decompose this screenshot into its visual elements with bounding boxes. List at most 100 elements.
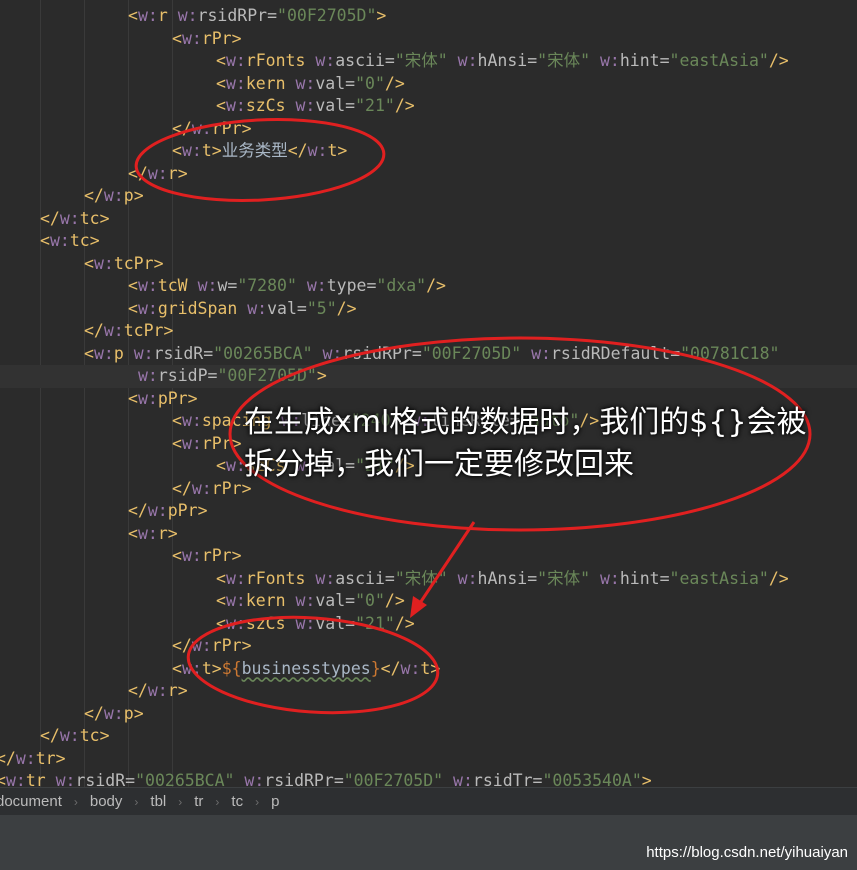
code-token: > [133, 186, 144, 205]
code-line[interactable]: <w:spacing w:line="240" w:lineRule="auto… [0, 410, 599, 433]
code-token: > [430, 658, 441, 678]
code-line[interactable]: </w:tcPr> [0, 320, 173, 343]
code-token: w: [191, 636, 212, 655]
code-token: "eastAsia" [669, 568, 769, 588]
code-token: /> [768, 568, 789, 588]
code-token: "7280" [237, 276, 307, 295]
code-line[interactable]: </w:p> [0, 185, 144, 208]
code-line[interactable]: <w:rPr> [0, 28, 242, 51]
code-token: rPr [201, 28, 232, 48]
code-line-content: </w:r> [128, 164, 188, 183]
breadcrumb-item[interactable]: tbl [150, 793, 166, 810]
code-token: hAnsi [477, 568, 528, 588]
code-token: </ [380, 658, 401, 678]
code-token: < [40, 231, 50, 250]
code-line[interactable]: </w:rPr> [0, 635, 252, 658]
code-token: tcPr [123, 321, 164, 340]
code-token: w: [137, 388, 158, 408]
code-line[interactable]: <w:rFonts w:ascii="宋体" w:hAnsi="宋体" w:hi… [0, 568, 789, 591]
code-token: = [207, 366, 218, 385]
code-token: w: [599, 51, 620, 70]
code-token: </ [84, 321, 104, 340]
code-token: } [370, 658, 381, 678]
code-line[interactable]: </w:r> [0, 163, 188, 186]
code-line[interactable]: <w:tr w:rsidR="00265BCA" w:rsidRPr="00F2… [0, 770, 656, 787]
code-line[interactable]: <w:r> [0, 523, 178, 546]
code-token: > [197, 501, 208, 520]
code-line[interactable]: </w:tc> [0, 725, 110, 748]
code-line[interactable]: </w:tc> [0, 208, 110, 231]
code-token: > [337, 141, 348, 160]
code-editor[interactable]: <w:r w:rsidRPr="00F2705D"> <w:rPr> <w:rFon… [0, 0, 857, 787]
code-token: = [659, 51, 670, 70]
code-token: = [345, 613, 356, 633]
code-line[interactable]: <w:szCs w:val="21"/> [0, 455, 415, 478]
code-line-content: <w:tcPr> [84, 254, 164, 273]
code-line[interactable]: <w:tc> [0, 230, 100, 253]
breadcrumb-item[interactable]: document [0, 793, 62, 810]
code-line[interactable]: </w:rPr> [0, 478, 252, 501]
code-token: > [241, 636, 252, 655]
code-token: /> [384, 73, 405, 93]
code-token: ascii [335, 51, 385, 70]
code-token: w: [137, 6, 158, 25]
code-token: w: [457, 51, 478, 70]
code-token: tr [35, 748, 56, 768]
breadcrumb-item[interactable]: tc [231, 793, 243, 810]
code-line[interactable]: <w:tcW w:w="7280" w:type="dxa"/> [0, 275, 446, 298]
code-line[interactable]: <w:szCs w:val="21"/> [0, 95, 415, 118]
code-token: w: [322, 343, 343, 363]
code-token: pPr [157, 388, 188, 408]
breadcrumb-item[interactable]: tr [194, 793, 203, 810]
code-token: > [376, 6, 387, 25]
code-token: hAnsi [477, 51, 528, 70]
code-line[interactable]: </w:tr> [0, 748, 70, 771]
code-token: rsidRPr [264, 771, 334, 787]
code-token: /> [384, 591, 405, 610]
breadcrumb-item[interactable]: p [271, 793, 279, 810]
code-token: szCs [245, 96, 296, 115]
code-line[interactable]: </w:p> [0, 703, 144, 726]
code-token: "21" [355, 96, 395, 115]
code-token: < [128, 276, 138, 295]
breadcrumb-item[interactable]: body [90, 793, 123, 810]
code-line[interactable]: <w:kern w:val="0"/> [0, 73, 405, 96]
code-line[interactable]: </w:pPr> [0, 500, 208, 523]
code-line[interactable]: <w:t>${businesstypes}</w:t> [0, 658, 440, 681]
code-token: = [345, 591, 356, 610]
code-token: "21" [355, 456, 395, 475]
code-line[interactable]: <w:szCs w:val="21"/> [0, 613, 415, 636]
code-line-content: <w:p w:rsidR="00265BCA" w:rsidRPr="00F27… [84, 344, 779, 363]
code-token: hint [619, 51, 660, 70]
code-line[interactable]: <w:rPr> [0, 545, 242, 568]
code-token: < [128, 6, 138, 25]
code-line[interactable]: w:rsidP="00F2705D"> [0, 365, 857, 388]
code-token: w: [315, 568, 336, 588]
code-token: t [420, 658, 431, 678]
code-token: rsidR [153, 343, 204, 363]
code-line[interactable]: <w:r w:rsidRPr="00F2705D"> [0, 5, 386, 28]
code-line[interactable]: </w:r> [0, 680, 188, 703]
code-line[interactable]: <w:pPr> [0, 388, 198, 411]
code-line[interactable]: <w:tcPr> [0, 253, 164, 276]
code-line[interactable]: <w:t>业务类型</w:t> [0, 140, 347, 163]
code-token: </ [128, 681, 148, 700]
code-token: w: [531, 343, 551, 363]
code-line-content: <w:spacing w:line="240" w:lineRule="auto… [172, 411, 599, 430]
code-line[interactable]: <w:rPr> [0, 433, 242, 456]
code-token: w: [177, 6, 198, 25]
code-token: rsidRDefault [550, 343, 671, 363]
code-line[interactable]: </w:rPr> [0, 118, 252, 141]
code-token: val [267, 298, 297, 318]
code-token: "00781C18" [680, 343, 780, 363]
code-line[interactable]: <w:p w:rsidR="00265BCA" w:rsidRPr="00F27… [0, 343, 779, 366]
code-token: = [527, 51, 538, 70]
code-token: hint [619, 568, 660, 588]
code-line[interactable]: <w:rFonts w:ascii="宋体" w:hAnsi="宋体" w:hi… [0, 50, 789, 73]
code-line[interactable]: <w:gridSpan w:val="5"/> [0, 298, 357, 321]
code-token: </ [0, 748, 16, 768]
code-token: w: [225, 591, 246, 610]
code-token: < [216, 591, 226, 610]
code-line[interactable]: <w:kern w:val="0"/> [0, 590, 405, 613]
code-token: </ [128, 163, 148, 183]
